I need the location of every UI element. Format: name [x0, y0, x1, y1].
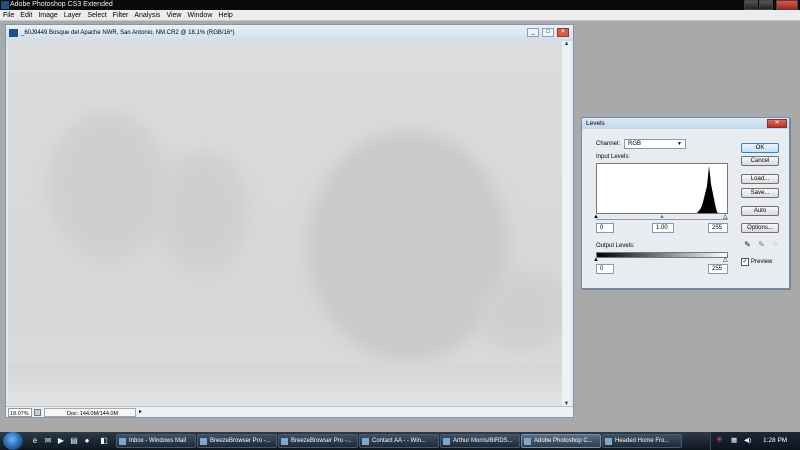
photoshop-logo-icon [1, 1, 9, 9]
menu-help[interactable]: Help [215, 10, 235, 21]
output-levels-slider[interactable]: ▲ △ [593, 257, 728, 263]
folder-icon[interactable]: ▤ [69, 436, 79, 446]
auto-button[interactable]: Auto [741, 206, 779, 216]
browser-task-icon [605, 438, 612, 445]
input-levels-slider[interactable]: ▲ ▲ △ [593, 214, 728, 220]
white-point-slider-icon[interactable]: △ [723, 214, 728, 220]
output-levels-label: Output Levels: [596, 243, 635, 249]
black-eyedropper-icon[interactable]: ✎ [743, 240, 752, 249]
menu-filter[interactable]: Filter [110, 10, 132, 21]
histogram [596, 163, 728, 214]
menu-view[interactable]: View [163, 10, 184, 21]
levels-dialog: Levels ✕ Channel: RGB ▼ Input Levels: ▲ … [581, 117, 790, 289]
load-button[interactable]: Load... [741, 174, 779, 184]
task-breezebrowser-2[interactable]: BreezeBrowser Pro -... [278, 434, 358, 448]
mail-icon[interactable]: ✉ [43, 436, 53, 446]
switch-windows-icon[interactable]: ◧ [99, 436, 109, 446]
ie-icon[interactable]: e [30, 436, 40, 446]
channel-label: Channel: [596, 141, 621, 147]
start-orb-icon[interactable] [3, 432, 23, 450]
mail-task-icon [119, 438, 126, 445]
preview-label: Preview [751, 259, 773, 265]
task-contact-aa[interactable]: Contact AA - - Win... [359, 434, 439, 448]
status-menu-icon[interactable] [34, 409, 41, 416]
task-headed-home[interactable]: Headed Home Fro... [602, 434, 682, 448]
output-black-field[interactable]: 0 [596, 264, 614, 274]
preview-checkbox[interactable]: ✓ [741, 258, 749, 266]
input-white-field[interactable]: 255 [708, 223, 728, 233]
histogram-graph [697, 166, 718, 213]
document-title: _60J9449 Bosque del Apache NWR, San Anto… [21, 30, 235, 36]
cancel-button[interactable]: Cancel [741, 156, 779, 166]
ps-document-icon [9, 29, 18, 37]
task-photoshop[interactable]: Adobe Photoshop C... [521, 434, 601, 448]
options-button[interactable]: Options... [741, 223, 779, 233]
app-title: Adobe Photoshop CS3 Extended [10, 1, 113, 8]
doc-close-button[interactable]: ✕ [557, 28, 569, 37]
gamma-slider-icon[interactable]: ▲ [659, 214, 665, 220]
channel-select[interactable]: RGB ▼ [624, 139, 686, 149]
levels-title-bar[interactable]: Levels ✕ [582, 118, 789, 129]
browser-task-icon [362, 438, 369, 445]
levels-close-button[interactable]: ✕ [767, 119, 787, 128]
doc-maximize-button[interactable]: □ [542, 28, 554, 37]
vertical-scrollbar[interactable]: ▲ ▼ [562, 41, 571, 408]
menu-window[interactable]: Window [184, 10, 215, 21]
black-point-slider-icon[interactable]: ▲ [593, 214, 599, 220]
levels-title: Levels [586, 120, 605, 127]
browser-task-icon [443, 438, 450, 445]
channel-value: RGB [628, 141, 642, 147]
output-black-slider-icon[interactable]: ▲ [593, 257, 599, 263]
photoshop-task-icon [524, 438, 531, 445]
clock[interactable]: 1:28 PM [763, 432, 787, 450]
security-icon[interactable]: ⛨ [717, 432, 722, 450]
task-windows-mail[interactable]: Inbox - Windows Mail [116, 434, 196, 448]
input-levels-label: Input Levels: [596, 154, 631, 160]
taskbar: e ✉ ▶ ▤ ● ◧ Inbox - Windows Mail BreezeB… [0, 432, 800, 450]
doc-minimize-button[interactable]: _ [527, 28, 539, 37]
breeze-task-icon [281, 438, 288, 445]
menu-select[interactable]: Select [84, 10, 109, 21]
minimize-app-button[interactable] [744, 0, 758, 10]
gray-eyedropper-icon[interactable]: ✎ [757, 240, 766, 249]
menu-file[interactable]: File [0, 10, 17, 21]
scroll-up-icon[interactable]: ▲ [563, 41, 570, 48]
output-white-field[interactable]: 255 [708, 264, 728, 274]
close-app-button[interactable] [776, 0, 798, 10]
save-button[interactable]: Save... [741, 188, 779, 198]
zoom-field[interactable]: 18.07% [8, 408, 32, 417]
menu-layer[interactable]: Layer [61, 10, 85, 21]
firefox-icon[interactable]: ● [82, 436, 92, 446]
input-black-field[interactable]: 0 [596, 223, 614, 233]
maximize-app-button[interactable] [759, 0, 773, 10]
document-status-bar: 18.07% Doc: 144.0M/144.0M ▸ [6, 406, 573, 417]
volume-icon[interactable]: ◀) [744, 432, 751, 450]
input-gamma-field[interactable]: 1.00 [652, 223, 674, 233]
ok-button[interactable]: OK [741, 143, 779, 153]
menu-image[interactable]: Image [35, 10, 60, 21]
media-icon[interactable]: ▶ [56, 436, 66, 446]
task-breezebrowser-1[interactable]: BreezeBrowser Pro -... [197, 434, 277, 448]
white-eyedropper-icon[interactable]: ✎ [771, 240, 780, 249]
network-icon[interactable]: ▦ [731, 432, 737, 450]
app-title-bar: Adobe Photoshop CS3 Extended [0, 0, 800, 10]
chevron-down-icon: ▼ [677, 141, 682, 147]
output-white-slider-icon[interactable]: △ [723, 257, 728, 263]
status-next-arrow-icon[interactable]: ▸ [139, 407, 142, 418]
image-canvas[interactable] [8, 41, 562, 408]
menu-edit[interactable]: Edit [17, 10, 35, 21]
task-arthur-morris[interactable]: Arthur Morris/BIRDS... [440, 434, 520, 448]
document-window: _60J9449 Bosque del Apache NWR, San Anto… [5, 24, 574, 418]
document-title-bar[interactable]: _60J9449 Bosque del Apache NWR, San Anto… [6, 25, 573, 41]
system-tray: ⛨ ▦ ◀) 1:28 PM [710, 432, 800, 450]
doc-size-info: Doc: 144.0M/144.0M [44, 408, 136, 417]
menu-analysis[interactable]: Analysis [131, 10, 163, 21]
breeze-task-icon [200, 438, 207, 445]
menu-bar: File Edit Image Layer Select Filter Analysis Vi… [0, 10, 800, 21]
